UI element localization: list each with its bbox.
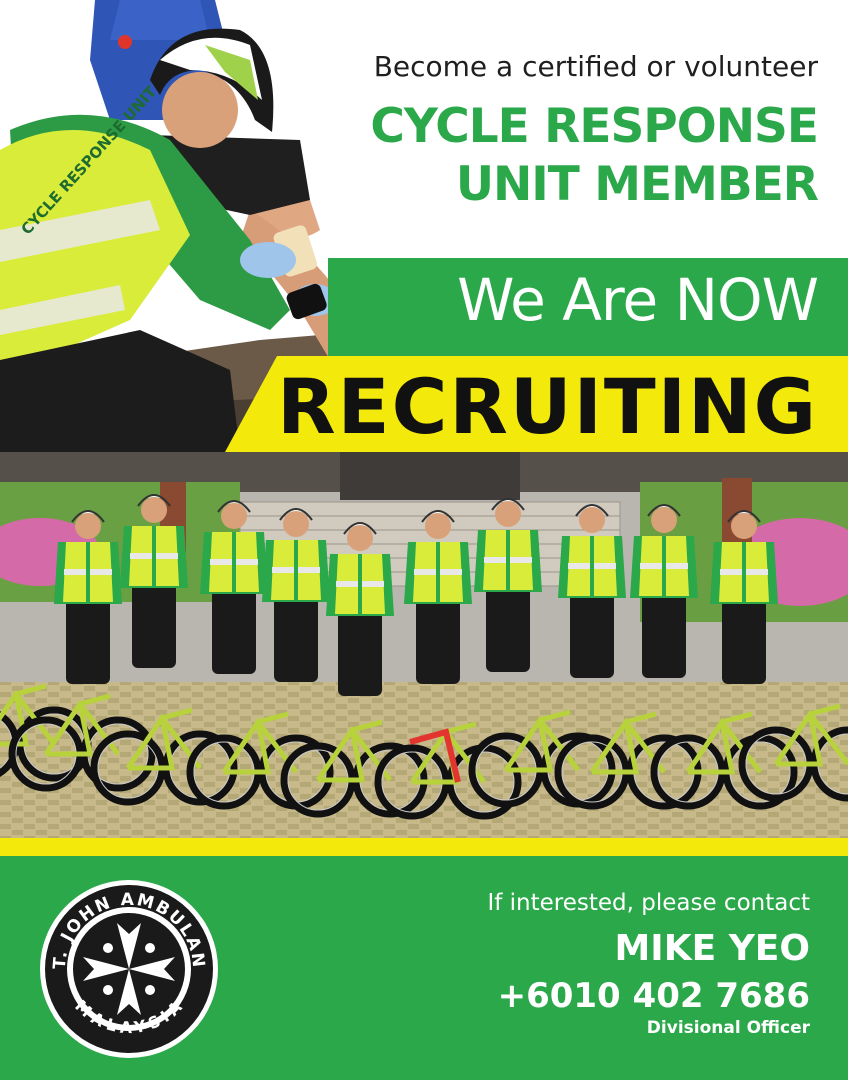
headline-main: CYCLE RESPONSE UNIT MEMBER <box>370 98 819 214</box>
recruiting-text: RECRUITING <box>277 362 818 451</box>
contact-role: Divisional Officer <box>646 1018 810 1038</box>
headline-line-2: UNIT MEMBER <box>455 157 819 212</box>
team-with-bicycles-photo <box>0 452 848 840</box>
st-john-ambulans-logo: ST. JOHN AMBULANS MALAYSIA <box>38 878 218 1058</box>
yellow-divider <box>0 838 848 856</box>
headline-intro: Become a certified or volunteer <box>373 50 818 83</box>
contact-name: MIKE YEO <box>614 928 810 969</box>
recruitment-poster: CYCLE RESPONSE UNIT Become a certified o… <box>0 0 848 1080</box>
we-are-now-text: We Are NOW <box>457 266 819 334</box>
contact-phone[interactable]: +6010 402 7686 <box>498 976 810 1016</box>
headline-line-1: CYCLE RESPONSE <box>370 99 819 154</box>
contact-intro: If interested, please contact <box>487 890 810 916</box>
